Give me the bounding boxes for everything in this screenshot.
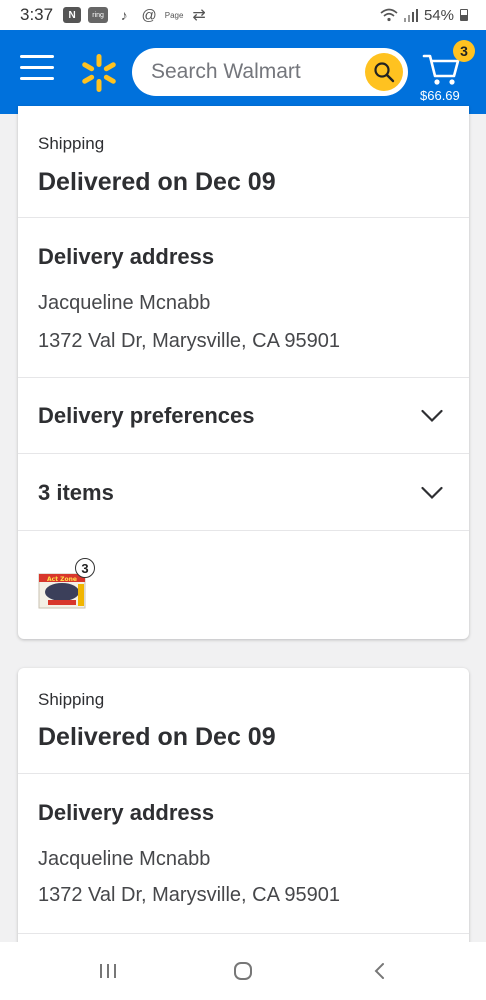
menu-icon-bar bbox=[20, 55, 54, 58]
status-bar: 3:37 N ring ♪ @ Page ⇄ 54% bbox=[0, 0, 486, 30]
items-count-label: 3 items bbox=[38, 480, 114, 505]
order-card: Shipping Delivered on Dec 09 Delivery ad… bbox=[18, 106, 469, 639]
walmart-spark-icon[interactable] bbox=[78, 52, 120, 94]
cart-count-badge: 3 bbox=[453, 40, 475, 62]
retweet-icon: ⇄ bbox=[192, 7, 206, 24]
search-placeholder: Search Walmart bbox=[151, 60, 301, 83]
back-button[interactable] bbox=[368, 960, 392, 982]
delivery-status: Delivered on Dec 09 bbox=[38, 723, 276, 751]
cart-total: $66.69 bbox=[420, 88, 460, 103]
home-button[interactable] bbox=[231, 960, 255, 982]
delivery-preferences-row[interactable]: Delivery preferences bbox=[18, 378, 469, 454]
search-button[interactable] bbox=[365, 53, 403, 91]
back-icon bbox=[374, 963, 384, 979]
signal-icon bbox=[403, 8, 418, 22]
shipping-status-section: Shipping Delivered on Dec 09 bbox=[18, 106, 469, 218]
chevron-down-icon bbox=[421, 486, 443, 500]
delivery-preferences-label: Delivery preferences bbox=[38, 403, 255, 428]
street-address: 1372 Val Dr, Marysville, CA 95901 bbox=[38, 330, 341, 352]
wifi-icon bbox=[380, 8, 398, 22]
system-status: 54% bbox=[380, 7, 468, 24]
battery-icon bbox=[460, 9, 468, 21]
cart-button[interactable]: 3 $66.69 bbox=[418, 40, 478, 108]
recipient-name: Jacqueline Mcnabb bbox=[38, 848, 211, 870]
notification-icons: N ring ♪ @ Page ⇄ bbox=[63, 6, 208, 24]
items-row[interactable]: 3 items bbox=[18, 454, 469, 531]
n-icon: N bbox=[63, 7, 82, 23]
app-header: Search Walmart 3 $66.69 bbox=[0, 30, 486, 114]
street-address: 1372 Val Dr, Marysville, CA 95901 bbox=[38, 884, 341, 906]
recent-apps-button[interactable] bbox=[96, 960, 120, 982]
search-icon bbox=[374, 62, 395, 83]
android-nav-bar bbox=[0, 942, 486, 1000]
recent-apps-icon bbox=[100, 964, 116, 978]
delivery-address-section: Delivery address Jacqueline Mcnabb 1372 … bbox=[18, 218, 469, 378]
battery-percent: 54% bbox=[423, 6, 454, 24]
menu-icon-bar bbox=[20, 77, 54, 80]
shipping-status-section: Shipping Delivered on Dec 09 bbox=[18, 668, 469, 774]
page-plus-icon: Page bbox=[164, 10, 184, 20]
tiktok-icon: ♪ bbox=[120, 7, 128, 23]
address-heading: Delivery address bbox=[38, 244, 215, 269]
delivery-status: Delivered on Dec 09 bbox=[38, 168, 276, 196]
search-input[interactable]: Search Walmart bbox=[132, 48, 408, 96]
menu-icon-bar bbox=[20, 66, 54, 69]
status-time: 3:37 bbox=[20, 5, 54, 24]
chevron-down-icon bbox=[421, 409, 443, 423]
thumbnail-brand-text: Act Zone bbox=[47, 576, 77, 583]
threads-icon: @ bbox=[141, 6, 157, 24]
menu-button[interactable] bbox=[20, 55, 54, 85]
address-heading: Delivery address bbox=[38, 800, 215, 825]
delivery-address-section: Delivery address Jacqueline Mcnabb 1372 … bbox=[18, 774, 469, 934]
shipping-label: Shipping bbox=[38, 690, 105, 709]
shipping-label: Shipping bbox=[38, 134, 105, 153]
recipient-name: Jacqueline Mcnabb bbox=[38, 292, 211, 314]
home-icon bbox=[234, 962, 252, 980]
ring-icon: ring bbox=[88, 7, 109, 23]
order-card: Shipping Delivered on Dec 09 Delivery ad… bbox=[18, 668, 469, 968]
item-quantity-badge: 3 bbox=[75, 558, 95, 578]
